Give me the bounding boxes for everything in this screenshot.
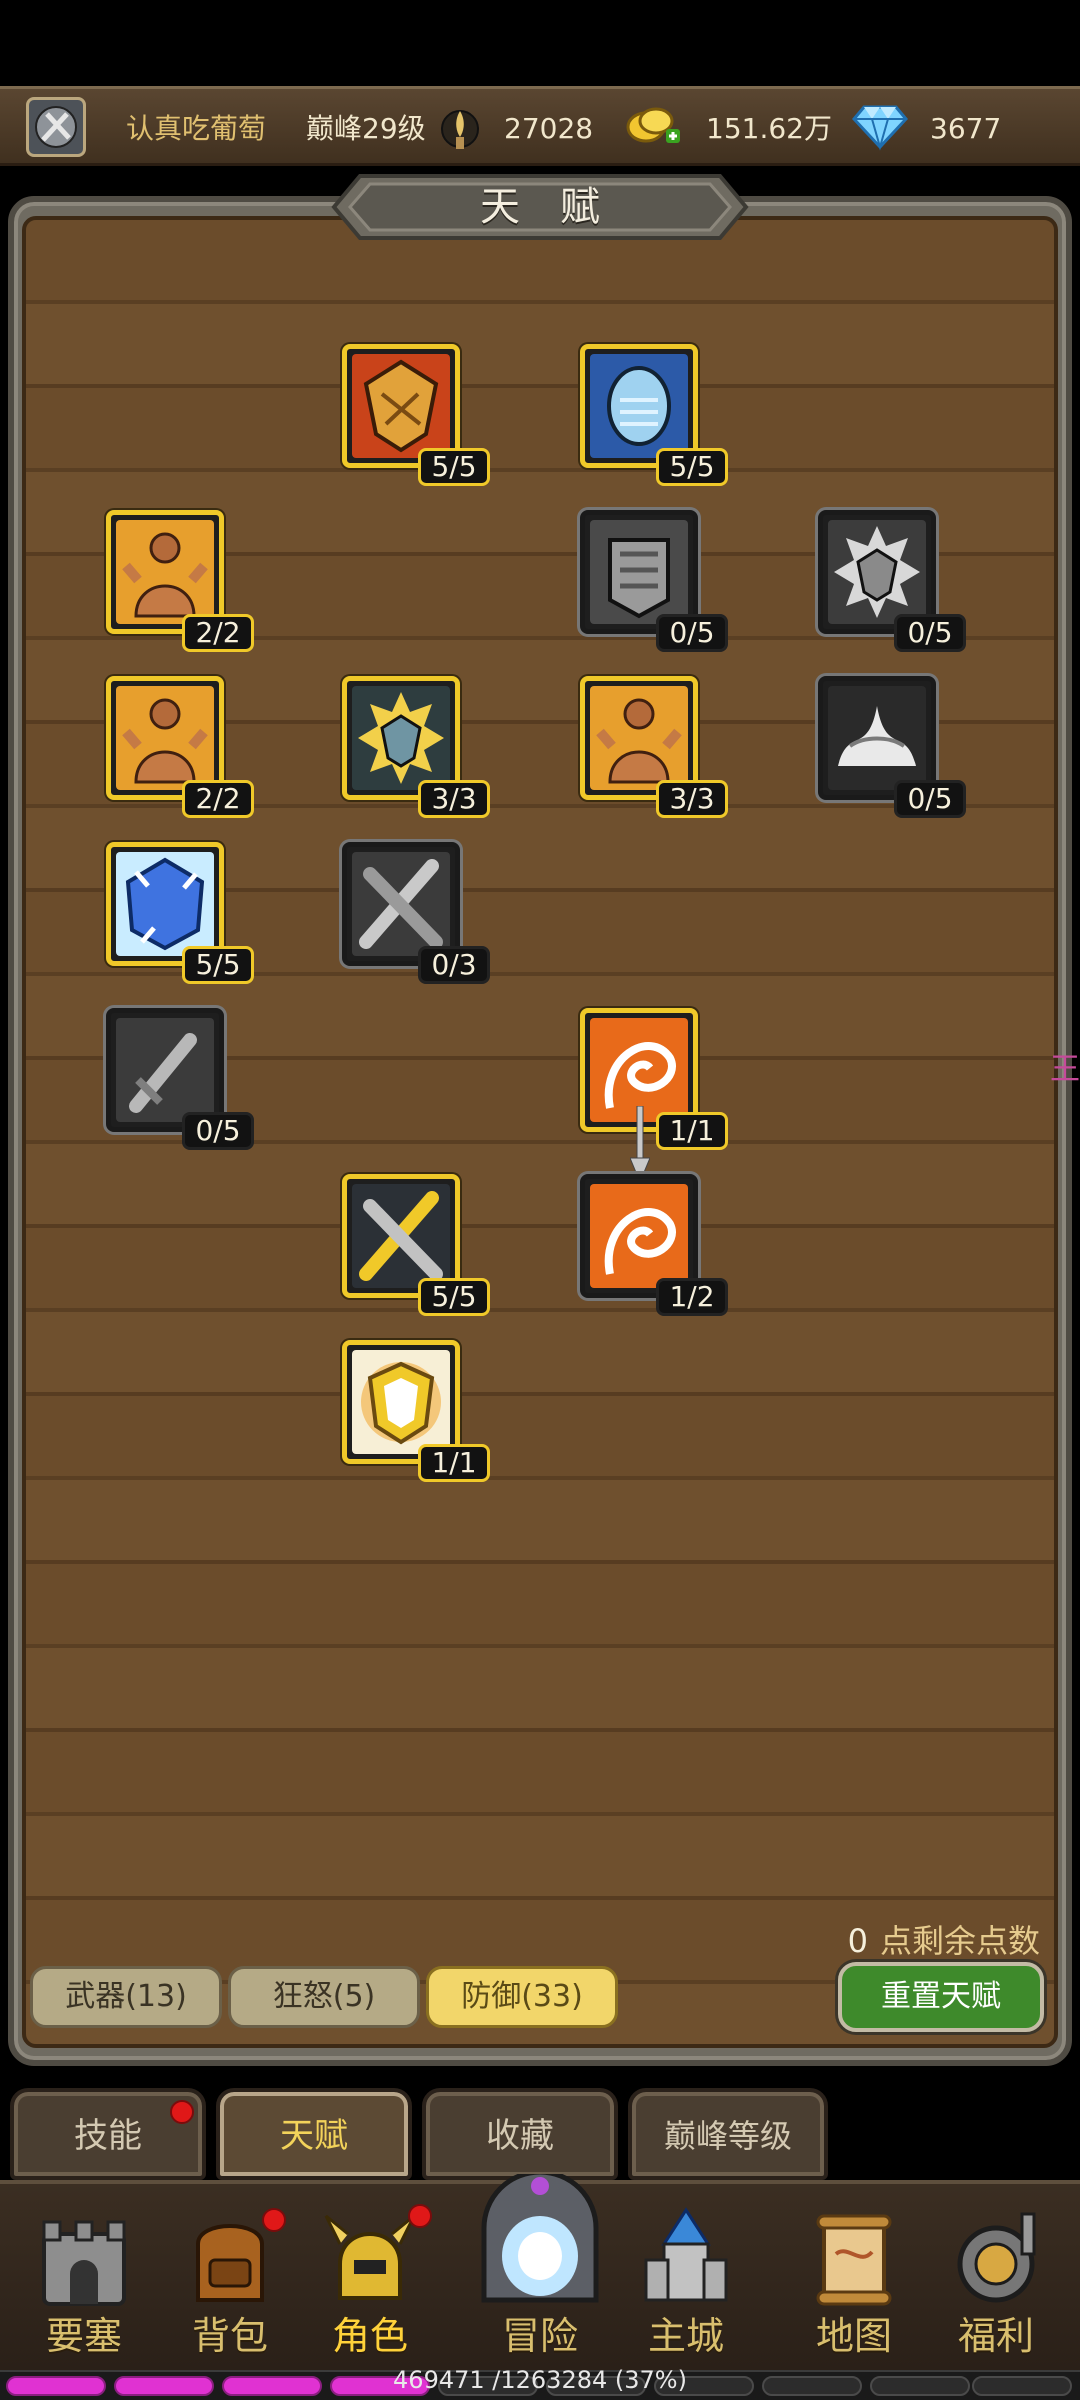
talent-node[interactable]: 5/5 <box>342 344 490 486</box>
gift-icon <box>957 2212 1036 2303</box>
muscle-man-icon <box>116 520 214 624</box>
remaining-points: 0 点剩余点数 <box>848 1916 1040 1962</box>
avatar-sword-icon <box>35 106 77 148</box>
experience-text: 469471 /1263284 (37%) <box>393 2366 687 2394</box>
talent-node[interactable]: 0/5 <box>580 510 728 652</box>
talent-link-arrow <box>630 1106 650 1182</box>
talent-node[interactable]: 5/5 <box>580 344 728 486</box>
helmet-icon <box>324 2214 416 2300</box>
muscle-man-icon <box>116 686 214 790</box>
crossed-swords-icon <box>352 852 450 956</box>
crossed-swords-icon <box>352 1184 450 1288</box>
edge-decoration: 王 <box>1050 1052 1080 1087</box>
white-burst-icon <box>828 686 926 790</box>
vortex-icon <box>590 1184 688 1288</box>
reset-talents-button[interactable]: 重置天赋 <box>838 1962 1044 2032</box>
spiked-shield-icon <box>352 686 450 790</box>
nav-fortress[interactable]: 要塞 <box>20 2190 148 2366</box>
nav-map[interactable]: 地图 <box>790 2190 918 2366</box>
scroll-map-icon <box>816 2214 892 2306</box>
tab-talents[interactable]: 天赋 <box>216 2088 412 2180</box>
nav-main-city[interactable]: 主城 <box>622 2190 750 2366</box>
spiked-shield-icon <box>828 520 926 624</box>
notification-dot <box>170 2100 194 2124</box>
armor-plate-icon <box>590 520 688 624</box>
talent-node[interactable]: 5/5 <box>342 1174 490 1316</box>
talent-node[interactable]: 5/5 <box>106 842 254 984</box>
diamond-icon[interactable] <box>850 101 910 153</box>
gold-coins-icon[interactable] <box>624 101 684 151</box>
talent-node[interactable]: 2/2 <box>106 510 254 652</box>
panel-title: 天赋 <box>480 184 640 230</box>
category-rage-button[interactable]: 狂怒(5) <box>228 1966 420 2028</box>
remaining-points-value: 0 <box>847 1922 868 1960</box>
category-defense-button[interactable]: 防御(33) <box>426 1966 618 2028</box>
diamond-count: 3677 <box>930 112 1002 145</box>
talent-node[interactable]: 2/2 <box>106 676 254 818</box>
tab-collection[interactable]: 收藏 <box>422 2088 618 2180</box>
player-name: 认真吃葡萄 <box>126 112 267 145</box>
player-avatar[interactable] <box>26 97 86 157</box>
currency-2-count: 151.62万 <box>706 112 832 145</box>
talent-node[interactable]: 1/1 <box>342 1340 490 1482</box>
game-screen: 认真吃葡萄 巅峰29级 27028 151.62万 3677 天赋 5/5 5/… <box>0 0 1080 2400</box>
ice-crystal-icon <box>116 852 214 956</box>
tab-peak-level[interactable]: 巅峰等级 <box>628 2088 828 2180</box>
talent-node[interactable]: 0/5 <box>818 510 966 652</box>
resource-bar: 认真吃葡萄 巅峰29级 27028 151.62万 3677 <box>0 86 1080 166</box>
notification-dot <box>262 2208 286 2232</box>
category-weapon-button[interactable]: 武器(13) <box>30 1966 222 2028</box>
talent-node[interactable]: 0/5 <box>818 676 966 818</box>
remaining-points-label: 点剩余点数 <box>879 1922 1040 1960</box>
peak-level: 巅峰29级 <box>306 112 426 145</box>
holy-shield-icon <box>352 1350 450 1454</box>
talent-node[interactable]: 0/5 <box>106 1008 254 1150</box>
shield-icon <box>352 354 450 458</box>
armored-face-icon <box>590 354 688 458</box>
fortress-icon <box>42 2220 126 2306</box>
talent-node[interactable]: 3/3 <box>580 676 728 818</box>
talent-node[interactable]: 0/3 <box>342 842 490 984</box>
portal-icon <box>481 2174 599 2303</box>
currency-1-count: 27028 <box>504 112 594 145</box>
muscle-man-icon <box>590 686 688 790</box>
talent-node[interactable]: 1/2 <box>580 1174 728 1316</box>
torch-icon <box>441 110 479 149</box>
sword-icon <box>116 1018 214 1122</box>
nav-adventure[interactable]: 冒险 <box>458 2174 622 2366</box>
castle-icon <box>644 2207 728 2302</box>
talent-node[interactable]: 3/3 <box>342 676 490 818</box>
talent-board <box>22 216 1058 2048</box>
notification-dot <box>408 2204 432 2228</box>
nav-welfare[interactable]: 福利 <box>932 2190 1060 2366</box>
